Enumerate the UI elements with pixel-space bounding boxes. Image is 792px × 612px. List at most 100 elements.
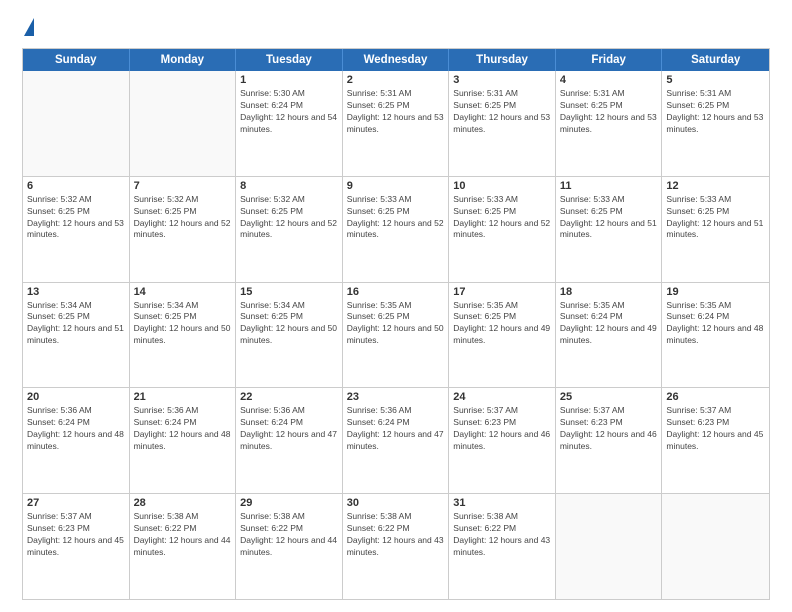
calendar-cell: 17Sunrise: 5:35 AM Sunset: 6:25 PM Dayli… <box>449 283 556 388</box>
cell-info: Sunrise: 5:32 AM Sunset: 6:25 PM Dayligh… <box>240 194 338 242</box>
calendar-cell: 27 Sunrise: 5:37 AM Sunset: 6:23 PM Dayli… <box>23 494 130 599</box>
day-number: 8 <box>240 180 338 192</box>
cell-info: Sunrise: 5:31 AM Sunset: 6:25 PM Dayligh… <box>347 88 445 136</box>
day-number: 15 <box>240 286 338 298</box>
calendar-cell: 2 Sunrise: 5:31 AM Sunset: 6:25 PM Daylig… <box>343 71 450 176</box>
calendar-cell: 31 Sunrise: 5:38 AM Sunset: 6:22 PM Dayli… <box>449 494 556 599</box>
day-of-week-thursday: Thursday <box>449 49 556 71</box>
cell-info: Sunrise: 5:33 AM Sunset: 6:25 PM Dayligh… <box>666 194 765 242</box>
calendar-cell: 23Sunrise: 5:36 AM Sunset: 6:24 PM Dayli… <box>343 388 450 493</box>
day-number: 2 <box>347 74 445 86</box>
calendar-cell: 25Sunrise: 5:37 AM Sunset: 6:23 PM Dayli… <box>556 388 663 493</box>
cell-info: Sunrise: 5:31 AM Sunset: 6:25 PM Dayligh… <box>560 88 658 136</box>
cell-info: Sunrise: 5:33 AM Sunset: 6:25 PM Dayligh… <box>453 194 551 242</box>
day-of-week-sunday: Sunday <box>23 49 130 71</box>
calendar-week-1: 1Sunrise: 5:30 AM Sunset: 6:24 PM Daylig… <box>23 71 769 177</box>
calendar-cell: 19 Sunrise: 5:35 AM Sunset: 6:24 PM Dayli… <box>662 283 769 388</box>
logo-triangle-icon <box>24 18 34 36</box>
cell-info: Sunrise: 5:32 AM Sunset: 6:25 PM Dayligh… <box>134 194 232 242</box>
cell-info: Sunrise: 5:36 AM Sunset: 6:24 PM Dayligh… <box>240 405 338 453</box>
calendar-cell: 3 Sunrise: 5:31 AM Sunset: 6:25 PM Daylig… <box>449 71 556 176</box>
calendar-cell: 8 Sunrise: 5:32 AM Sunset: 6:25 PM Daylig… <box>236 177 343 282</box>
calendar-week-4: 20 Sunrise: 5:36 AM Sunset: 6:24 PM Dayli… <box>23 388 769 494</box>
day-number: 25 <box>560 391 658 403</box>
day-number: 21 <box>134 391 232 403</box>
calendar-cell: 24 Sunrise: 5:37 AM Sunset: 6:23 PM Dayli… <box>449 388 556 493</box>
day-number: 30 <box>347 497 445 509</box>
header <box>22 18 770 38</box>
calendar-cell: 21 Sunrise: 5:36 AM Sunset: 6:24 PM Dayli… <box>130 388 237 493</box>
day-number: 23 <box>347 391 445 403</box>
calendar-week-5: 27 Sunrise: 5:37 AM Sunset: 6:23 PM Dayli… <box>23 494 769 599</box>
day-number: 4 <box>560 74 658 86</box>
cell-info: Sunrise: 5:34 AM Sunset: 6:25 PM Dayligh… <box>134 300 232 348</box>
cell-info: Sunrise: 5:38 AM Sunset: 6:22 PM Dayligh… <box>347 511 445 559</box>
day-number: 14 <box>134 286 232 298</box>
calendar-body: 1Sunrise: 5:30 AM Sunset: 6:24 PM Daylig… <box>23 71 769 599</box>
cell-info: Sunrise: 5:33 AM Sunset: 6:25 PM Dayligh… <box>560 194 658 242</box>
day-of-week-friday: Friday <box>556 49 663 71</box>
calendar-cell: 10 Sunrise: 5:33 AM Sunset: 6:25 PM Dayli… <box>449 177 556 282</box>
calendar-cell <box>556 494 663 599</box>
calendar-cell <box>23 71 130 176</box>
cell-info: Sunrise: 5:31 AM Sunset: 6:25 PM Dayligh… <box>453 88 551 136</box>
calendar-cell <box>130 71 237 176</box>
day-number: 16 <box>347 286 445 298</box>
cell-info: Sunrise: 5:38 AM Sunset: 6:22 PM Dayligh… <box>134 511 232 559</box>
calendar-cell: 12 Sunrise: 5:33 AM Sunset: 6:25 PM Dayli… <box>662 177 769 282</box>
day-number: 6 <box>27 180 125 192</box>
day-number: 24 <box>453 391 551 403</box>
day-number: 3 <box>453 74 551 86</box>
calendar-week-2: 6 Sunrise: 5:32 AM Sunset: 6:25 PM Daylig… <box>23 177 769 283</box>
calendar-cell: 7 Sunrise: 5:32 AM Sunset: 6:25 PM Daylig… <box>130 177 237 282</box>
day-number: 27 <box>27 497 125 509</box>
day-number: 18 <box>560 286 658 298</box>
day-number: 22 <box>240 391 338 403</box>
calendar-cell: 20 Sunrise: 5:36 AM Sunset: 6:24 PM Dayli… <box>23 388 130 493</box>
day-number: 20 <box>27 391 125 403</box>
day-number: 19 <box>666 286 765 298</box>
calendar-cell: 26 Sunrise: 5:37 AM Sunset: 6:23 PM Dayli… <box>662 388 769 493</box>
cell-info: Sunrise: 5:37 AM Sunset: 6:23 PM Dayligh… <box>666 405 765 453</box>
day-number: 26 <box>666 391 765 403</box>
calendar-cell: 11 Sunrise: 5:33 AM Sunset: 6:25 PM Dayli… <box>556 177 663 282</box>
cell-info: Sunrise: 5:36 AM Sunset: 6:24 PM Dayligh… <box>134 405 232 453</box>
calendar-cell: 14 Sunrise: 5:34 AM Sunset: 6:25 PM Dayli… <box>130 283 237 388</box>
calendar-cell: 28 Sunrise: 5:38 AM Sunset: 6:22 PM Dayli… <box>130 494 237 599</box>
day-number: 7 <box>134 180 232 192</box>
cell-info: Sunrise: 5:33 AM Sunset: 6:25 PM Dayligh… <box>347 194 445 242</box>
day-number: 10 <box>453 180 551 192</box>
day-number: 9 <box>347 180 445 192</box>
cell-info: Sunrise: 5:32 AM Sunset: 6:25 PM Dayligh… <box>27 194 125 242</box>
logo <box>22 18 34 38</box>
cell-info: Sunrise: 5:35 AM Sunset: 6:25 PM Dayligh… <box>347 300 445 348</box>
calendar-cell: 30 Sunrise: 5:38 AM Sunset: 6:22 PM Dayli… <box>343 494 450 599</box>
cell-info: Sunrise: 5:37 AM Sunset: 6:23 PM Dayligh… <box>453 405 551 453</box>
calendar: SundayMondayTuesdayWednesdayThursdayFrid… <box>22 48 770 600</box>
cell-info: Sunrise: 5:34 AM Sunset: 6:25 PM Dayligh… <box>27 300 125 348</box>
calendar-cell: 13Sunrise: 5:34 AM Sunset: 6:25 PM Dayli… <box>23 283 130 388</box>
day-of-week-monday: Monday <box>130 49 237 71</box>
cell-info: Sunrise: 5:34 AM Sunset: 6:25 PM Dayligh… <box>240 300 338 348</box>
cell-info: Sunrise: 5:38 AM Sunset: 6:22 PM Dayligh… <box>453 511 551 559</box>
day-of-week-tuesday: Tuesday <box>236 49 343 71</box>
day-of-week-wednesday: Wednesday <box>343 49 450 71</box>
day-number: 28 <box>134 497 232 509</box>
day-number: 31 <box>453 497 551 509</box>
page: SundayMondayTuesdayWednesdayThursdayFrid… <box>0 0 792 612</box>
calendar-cell: 5Sunrise: 5:31 AM Sunset: 6:25 PM Daylig… <box>662 71 769 176</box>
cell-info: Sunrise: 5:35 AM Sunset: 6:24 PM Dayligh… <box>666 300 765 348</box>
cell-info: Sunrise: 5:35 AM Sunset: 6:24 PM Dayligh… <box>560 300 658 348</box>
day-number: 12 <box>666 180 765 192</box>
calendar-week-3: 13Sunrise: 5:34 AM Sunset: 6:25 PM Dayli… <box>23 283 769 389</box>
calendar-cell: 1Sunrise: 5:30 AM Sunset: 6:24 PM Daylig… <box>236 71 343 176</box>
day-number: 17 <box>453 286 551 298</box>
day-number: 11 <box>560 180 658 192</box>
cell-info: Sunrise: 5:30 AM Sunset: 6:24 PM Dayligh… <box>240 88 338 136</box>
calendar-cell <box>662 494 769 599</box>
day-number: 29 <box>240 497 338 509</box>
day-number: 5 <box>666 74 765 86</box>
cell-info: Sunrise: 5:36 AM Sunset: 6:24 PM Dayligh… <box>27 405 125 453</box>
calendar-cell: 4 Sunrise: 5:31 AM Sunset: 6:25 PM Daylig… <box>556 71 663 176</box>
cell-info: Sunrise: 5:37 AM Sunset: 6:23 PM Dayligh… <box>27 511 125 559</box>
